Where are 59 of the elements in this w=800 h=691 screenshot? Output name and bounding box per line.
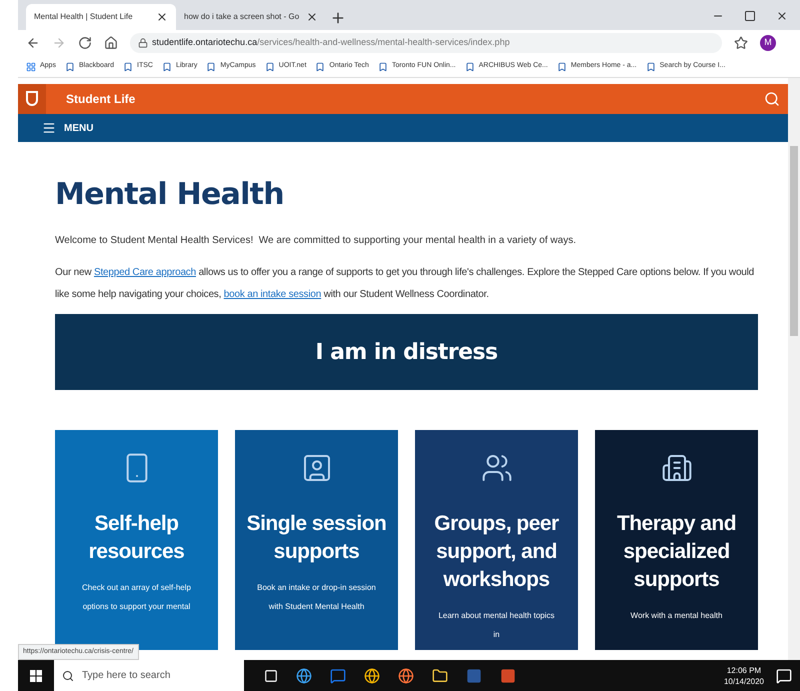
bookmark-icon [206, 62, 216, 72]
scrollbar[interactable] [788, 78, 800, 660]
distress-banner[interactable]: I am in distress [55, 314, 758, 390]
tab-title: how do i take a screen shot - Go [184, 11, 300, 23]
building-icon [660, 452, 692, 484]
card-title: Therapy and specialized supports [616, 511, 738, 593]
intro-text: Welcome to Student Mental Health Services! We are committed to supporting your mental health in a variety of ways. [55, 234, 577, 248]
task-view-icon[interactable] [264, 668, 278, 682]
text-link[interactable]: Stepped Care approach [94, 267, 196, 278]
back-icon[interactable] [26, 36, 40, 50]
site-title[interactable]: Student Life [66, 90, 136, 108]
star-icon[interactable] [734, 36, 748, 50]
bookmark-icon [646, 62, 656, 72]
notification-icon[interactable] [776, 668, 792, 684]
bookmark-icon [315, 62, 326, 72]
text-link[interactable]: book an intake session [224, 289, 322, 300]
taskbar-search-field[interactable]: Type here to search [54, 660, 244, 691]
menu-label[interactable]: MENU [64, 120, 94, 136]
grid-icon [26, 62, 36, 72]
clock-time: 12:06 PM [726, 664, 762, 676]
home-icon[interactable] [104, 36, 118, 50]
bookmark-icon [64, 62, 75, 72]
service-card[interactable]: Groups, peer support, and workshops Learn about mental health topics in [415, 430, 578, 650]
card-text: Work with a mental health [630, 610, 724, 622]
bookmark-icon [556, 62, 567, 72]
bookmark-icon [464, 62, 475, 72]
maximize-icon[interactable] [744, 10, 756, 22]
search-icon[interactable] [764, 91, 780, 107]
profile-avatar[interactable]: M [760, 35, 776, 51]
tab-title: Mental Health | Student Life [34, 11, 134, 23]
windows-icon[interactable] [30, 670, 42, 682]
browser-tab[interactable]: Mental Health | Student Life [26, 4, 176, 30]
close-icon[interactable] [156, 11, 168, 23]
new-tab-icon[interactable] [330, 10, 346, 26]
bookmark-icon [123, 62, 133, 72]
close-icon[interactable] [776, 10, 788, 22]
card-title: Groups, peer support, and workshops [433, 511, 560, 593]
intro-paragraph: Our new Stepped Care approach allows us to offer you a range of supports to get you through life's challenges. Explore the Stepped Care options below. If you would like some help navigating your choices, book an intake session with our Student Wellness Coordinator. [55, 266, 756, 302]
reload-icon[interactable] [78, 36, 92, 50]
folder-icon[interactable] [432, 668, 448, 684]
card-text: Check out an array of self-help options to support your mental [81, 582, 192, 613]
card-title: Self-help resources [88, 511, 186, 565]
people-icon [480, 452, 512, 484]
address-field[interactable]: studentlife.ontariotechu.ca/services/health-and-wellness/mental-health-services/index.php [130, 33, 722, 53]
page-heading: Mental Health [55, 176, 285, 214]
card-text: Book an intake or drop-in session with Student Mental Health [256, 582, 377, 613]
service-card[interactable]: Single session supports Book an intake or drop-in session with Student Mental Health [235, 430, 398, 650]
service-card[interactable]: Therapy and specialized supports Work with a mental health [595, 430, 758, 650]
bookmark-icon [264, 62, 275, 72]
bookmark-icon [378, 62, 388, 72]
card-text: Learn about mental health topics in [437, 610, 556, 641]
bookmark-icon [162, 62, 172, 72]
menu-icon[interactable] [42, 121, 56, 135]
card-title: Single session supports [246, 511, 388, 565]
logo-icon [26, 91, 38, 107]
close-icon[interactable] [306, 11, 318, 23]
clock-date: 10/14/2020 [724, 676, 764, 686]
lock-icon [138, 38, 148, 48]
search-icon [62, 670, 74, 682]
